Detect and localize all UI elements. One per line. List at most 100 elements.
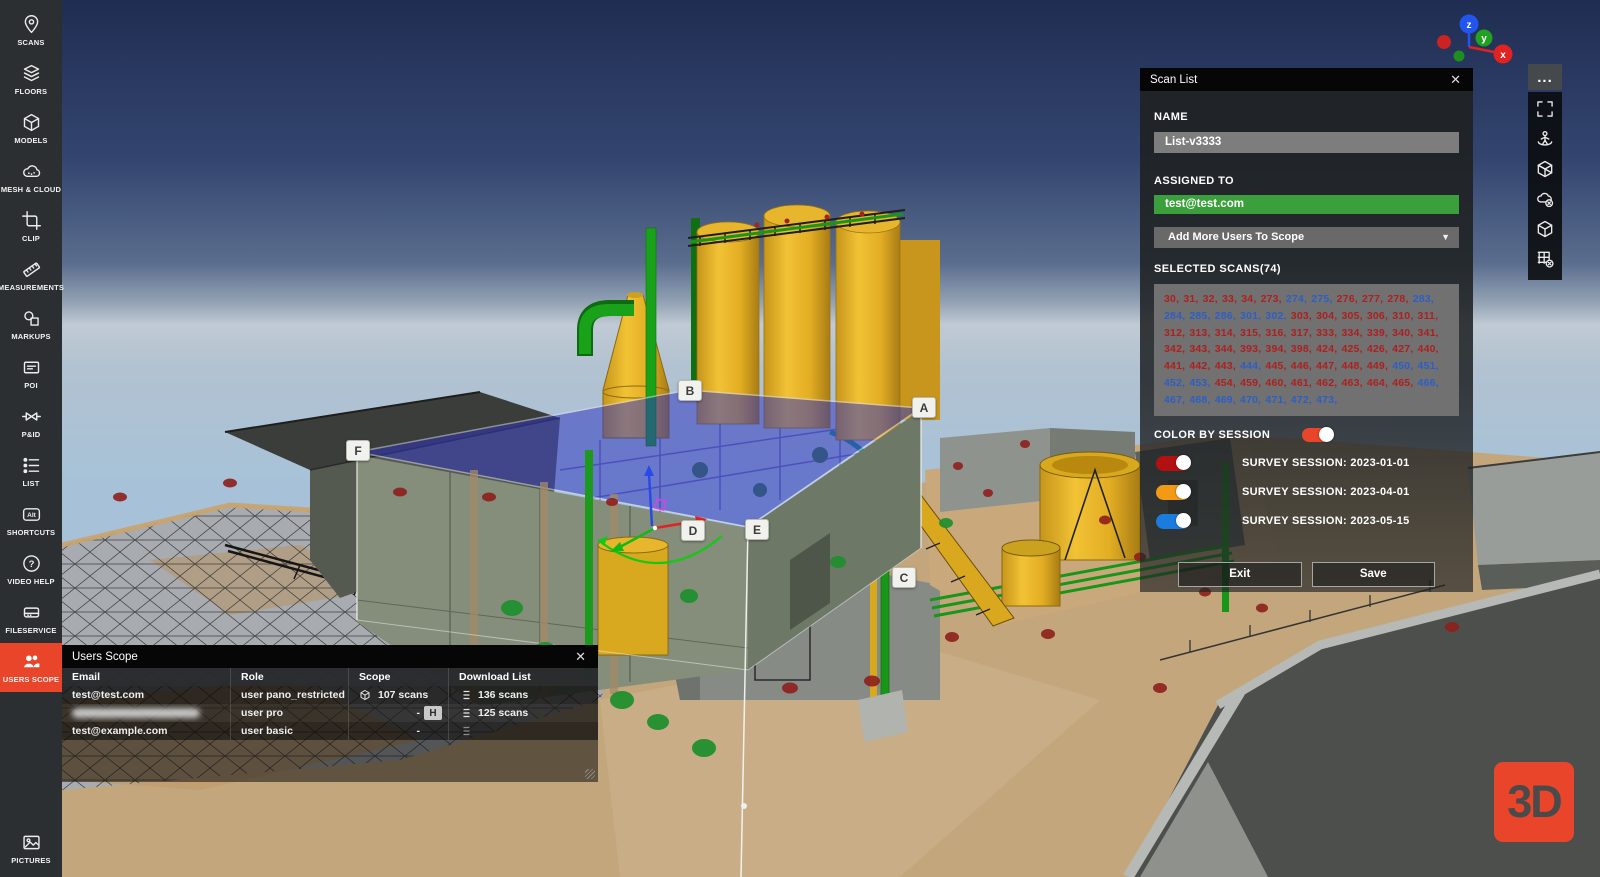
box-icon bbox=[359, 689, 371, 701]
cell-scope: -H bbox=[348, 704, 448, 722]
table-row[interactable]: user pro-H125 scans bbox=[62, 704, 598, 722]
walk-mode-icon bbox=[1535, 129, 1555, 154]
clip-marker-c[interactable]: C bbox=[892, 567, 916, 588]
valve-icon bbox=[21, 406, 42, 427]
svg-text:Alt: Alt bbox=[27, 512, 37, 519]
clip-marker-b[interactable]: B bbox=[678, 380, 702, 401]
axis-neg-x[interactable] bbox=[1437, 35, 1451, 49]
sidebar-item-p-id[interactable]: P&ID bbox=[0, 398, 62, 447]
add-users-dropdown[interactable]: Add More Users To Scope ▼ bbox=[1154, 227, 1459, 248]
users-scope-header[interactable]: Users Scope ✕ bbox=[62, 645, 598, 668]
sidebar-item-users-scope[interactable]: USERS SCOPE bbox=[0, 643, 62, 692]
resize-handle[interactable] bbox=[585, 769, 595, 779]
pointcloud-off-icon bbox=[1535, 189, 1555, 214]
scan-list-header[interactable]: Scan List ✕ bbox=[1140, 68, 1473, 91]
clip-marker-f[interactable]: F bbox=[346, 440, 370, 461]
list-icon bbox=[459, 689, 471, 701]
application-window: y z x ABCDEF SCANSFLOORSMODELSMESH & CLO… bbox=[0, 0, 1600, 877]
clip-box-button[interactable] bbox=[1528, 156, 1562, 186]
users-icon bbox=[21, 651, 42, 672]
sidebar-item-clip[interactable]: CLIP bbox=[0, 202, 62, 251]
sidebar-item-label: MODELS bbox=[14, 136, 47, 145]
column-header-email[interactable]: Email bbox=[62, 668, 230, 686]
sidebar-item-poi[interactable]: POI bbox=[0, 349, 62, 398]
sidebar-item-measurements[interactable]: MEASUREMENTS bbox=[0, 251, 62, 300]
users-scope-title: Users Scope bbox=[72, 651, 138, 663]
scan-number-segment: 445, 446, 447, 448, 449, bbox=[1265, 360, 1392, 372]
save-button[interactable]: Save bbox=[1312, 562, 1436, 587]
exit-button[interactable]: Exit bbox=[1178, 562, 1302, 587]
sidebar-item-pictures[interactable]: PICTURES bbox=[0, 824, 62, 873]
list-icon bbox=[21, 455, 42, 476]
session-row: SURVEY SESSION: 2023-05-15 bbox=[1154, 514, 1459, 529]
clip-marker-a[interactable]: A bbox=[912, 397, 936, 418]
sidebar-item-fileservice[interactable]: FILESERVICE bbox=[0, 594, 62, 643]
close-icon[interactable]: ✕ bbox=[571, 648, 590, 665]
cell-download-list: 136 scans bbox=[448, 686, 598, 704]
assigned-user-value[interactable]: test@test.com bbox=[1154, 195, 1459, 214]
sidebar-item-models[interactable]: MODELS bbox=[0, 104, 62, 153]
walk-mode-button[interactable] bbox=[1528, 126, 1562, 156]
fullscreen-button[interactable] bbox=[1528, 96, 1562, 126]
column-header-download-list[interactable]: Download List bbox=[448, 668, 598, 686]
column-header-role[interactable]: Role bbox=[230, 668, 348, 686]
session-toggle[interactable] bbox=[1156, 514, 1190, 529]
cell-role: user pano_restricted bbox=[230, 686, 348, 704]
session-row: SURVEY SESSION: 2023-04-01 bbox=[1154, 485, 1459, 500]
grid-off-button[interactable] bbox=[1528, 246, 1562, 276]
scan-list-body: NAME List-v3333 ASSIGNED TO test@test.co… bbox=[1140, 111, 1473, 587]
selected-scans-label: SELECTED SCANS(74) bbox=[1154, 263, 1459, 275]
drive-icon bbox=[21, 602, 42, 623]
alt-key-icon: Alt bbox=[21, 504, 42, 525]
clip-marker-e[interactable]: E bbox=[745, 519, 769, 540]
layers-icon bbox=[21, 63, 42, 84]
question-icon: ? bbox=[21, 553, 42, 574]
close-icon[interactable]: ✕ bbox=[1446, 71, 1465, 88]
session-label: SURVEY SESSION: 2023-05-15 bbox=[1242, 515, 1410, 527]
table-row[interactable]: test@example.comuser basic- bbox=[62, 722, 598, 740]
sidebar-item-label: USERS SCOPE bbox=[3, 675, 59, 684]
color-by-session-toggle[interactable] bbox=[1302, 428, 1333, 442]
cell-download-list bbox=[448, 722, 598, 740]
sidebar-item-label: VIDEO HELP bbox=[7, 577, 54, 586]
h-badge[interactable]: H bbox=[424, 706, 442, 720]
name-input[interactable]: List-v3333 bbox=[1154, 132, 1459, 153]
axis-x-label: x bbox=[1500, 50, 1506, 61]
cell-scope: - bbox=[348, 722, 448, 740]
cell-email bbox=[62, 704, 230, 722]
scan-panel-buttons: Exit Save bbox=[1154, 562, 1459, 587]
sidebar-item-label: SHORTCUTS bbox=[7, 528, 55, 537]
sidebar-item-shortcuts[interactable]: Alt SHORTCUTS bbox=[0, 496, 62, 545]
sidebar-item-floors[interactable]: FLOORS bbox=[0, 55, 62, 104]
axis-neg-y[interactable] bbox=[1454, 51, 1465, 62]
sidebar-item-video-help[interactable]: ? VIDEO HELP bbox=[0, 545, 62, 594]
sidebar-item-label: LIST bbox=[22, 479, 39, 488]
clip-box-icon bbox=[1535, 159, 1555, 184]
selected-scans-list[interactable]: 30, 31, 32, 33, 34, 273, 274, 275, 276, … bbox=[1154, 284, 1459, 416]
users-table-header: EmailRoleScopeDownload List bbox=[62, 668, 598, 686]
pointcloud-off-button[interactable] bbox=[1528, 186, 1562, 216]
sidebar-item-label: CLIP bbox=[22, 234, 40, 243]
grid-off-icon bbox=[1535, 249, 1555, 274]
cell-role: user pro bbox=[230, 704, 348, 722]
sidebar-item-markups[interactable]: MARKUPS bbox=[0, 300, 62, 349]
sidebar-item-label: MESH & CLOUD bbox=[1, 185, 61, 194]
sidebar-item-label: FLOORS bbox=[15, 87, 47, 96]
session-row: SURVEY SESSION: 2023-01-01 bbox=[1154, 456, 1459, 471]
sidebar-item-scans[interactable]: SCANS bbox=[0, 6, 62, 55]
view-tool-stack bbox=[1528, 92, 1562, 280]
table-row[interactable]: test@test.comuser pano_restricted107 sca… bbox=[62, 686, 598, 704]
add-users-label: Add More Users To Scope bbox=[1168, 227, 1304, 248]
clip-marker-d[interactable]: D bbox=[681, 520, 705, 541]
sidebar-item-mesh-cloud[interactable]: MESH & CLOUD bbox=[0, 153, 62, 202]
cell-download-list: 125 scans bbox=[448, 704, 598, 722]
more-options-button[interactable]: ... bbox=[1528, 64, 1562, 90]
sidebar: SCANS FLOORS MODELS MESH & CLOUD CLIP MEASURE… bbox=[0, 0, 62, 877]
session-toggle[interactable] bbox=[1156, 456, 1190, 471]
column-header-scope[interactable]: Scope bbox=[348, 668, 448, 686]
session-toggle[interactable] bbox=[1156, 485, 1190, 500]
view-toolbar: ... bbox=[1528, 64, 1562, 280]
model-box-button[interactable] bbox=[1528, 216, 1562, 246]
sidebar-item-list[interactable]: LIST bbox=[0, 447, 62, 496]
scan-list-title: Scan List bbox=[1150, 74, 1197, 86]
